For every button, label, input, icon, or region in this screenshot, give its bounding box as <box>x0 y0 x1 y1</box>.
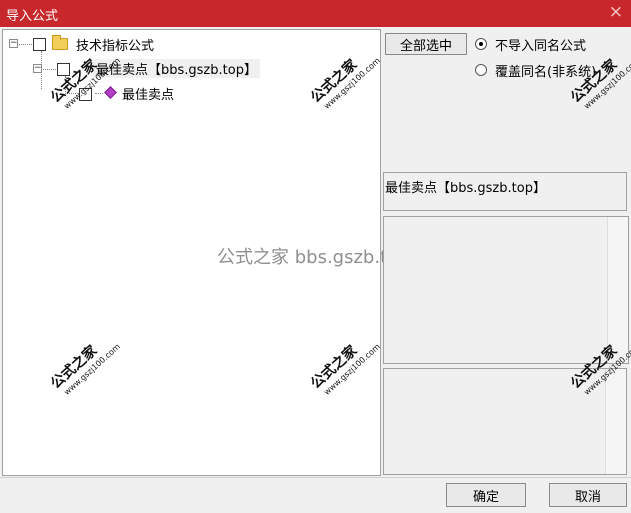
formula-description-box[interactable] <box>383 216 629 364</box>
options-panel: 全部选中 不导入同名公式 覆盖同名(非系统) <box>383 29 629 169</box>
select-all-button[interactable]: 全部选中 <box>385 33 467 55</box>
tree-label-root: 技术指标公式 <box>76 39 155 54</box>
formula-tree[interactable]: − 技术指标公式 − 最佳卖点【bbs.gszb.top】 最佳卖点 公式之家 … <box>2 29 410 476</box>
radio-skip-label: 不导入同名公式 <box>495 39 587 54</box>
tree-connector <box>19 44 34 45</box>
tree-item-root[interactable]: − 技术指标公式 <box>7 34 307 54</box>
tree-label-leaf: 最佳卖点 <box>122 88 175 103</box>
tree-label-child: 最佳卖点【bbs.gszb.top】 <box>93 59 260 78</box>
collapse-icon[interactable]: − <box>9 39 18 48</box>
ok-button[interactable]: 确定 <box>446 483 526 507</box>
scrollbar[interactable] <box>605 369 626 474</box>
tree-connector <box>95 93 103 94</box>
footer-divider <box>0 477 631 478</box>
close-icon[interactable]: × <box>609 2 623 22</box>
formula-name: 最佳卖点【bbs.gszb.top】 <box>385 181 546 196</box>
folder-icon <box>52 35 68 50</box>
center-watermark: 公式之家 bbs.gszb.top <box>217 247 410 268</box>
tree-connector <box>65 93 78 94</box>
formula-icon <box>104 86 117 99</box>
tree-checkbox-child[interactable] <box>57 63 70 76</box>
title-bar: 导入公式 × <box>0 0 631 27</box>
tree-item-leaf[interactable]: 最佳卖点 <box>65 84 265 104</box>
tree-item-child[interactable]: − 最佳卖点【bbs.gszb.top】 <box>31 59 331 79</box>
formula-name-box: 最佳卖点【bbs.gszb.top】 <box>383 172 627 211</box>
radio-skip-indicator[interactable] <box>475 38 487 50</box>
window-title: 导入公式 <box>6 9 59 24</box>
radio-overwrite-label: 覆盖同名(非系统) <box>495 65 597 80</box>
tree-checkbox-root[interactable] <box>33 38 46 51</box>
radio-overwrite-indicator[interactable] <box>475 64 487 76</box>
scrollbar[interactable] <box>607 217 628 363</box>
cancel-button[interactable]: 取消 <box>549 483 627 507</box>
collapse-icon[interactable]: − <box>33 64 42 73</box>
tree-checkbox-leaf[interactable] <box>79 88 92 101</box>
radio-skip-same-name[interactable]: 不导入同名公式 <box>475 35 627 54</box>
formula-params-box[interactable] <box>383 368 627 475</box>
tree-connector <box>43 69 58 70</box>
radio-overwrite[interactable]: 覆盖同名(非系统) <box>475 61 627 80</box>
